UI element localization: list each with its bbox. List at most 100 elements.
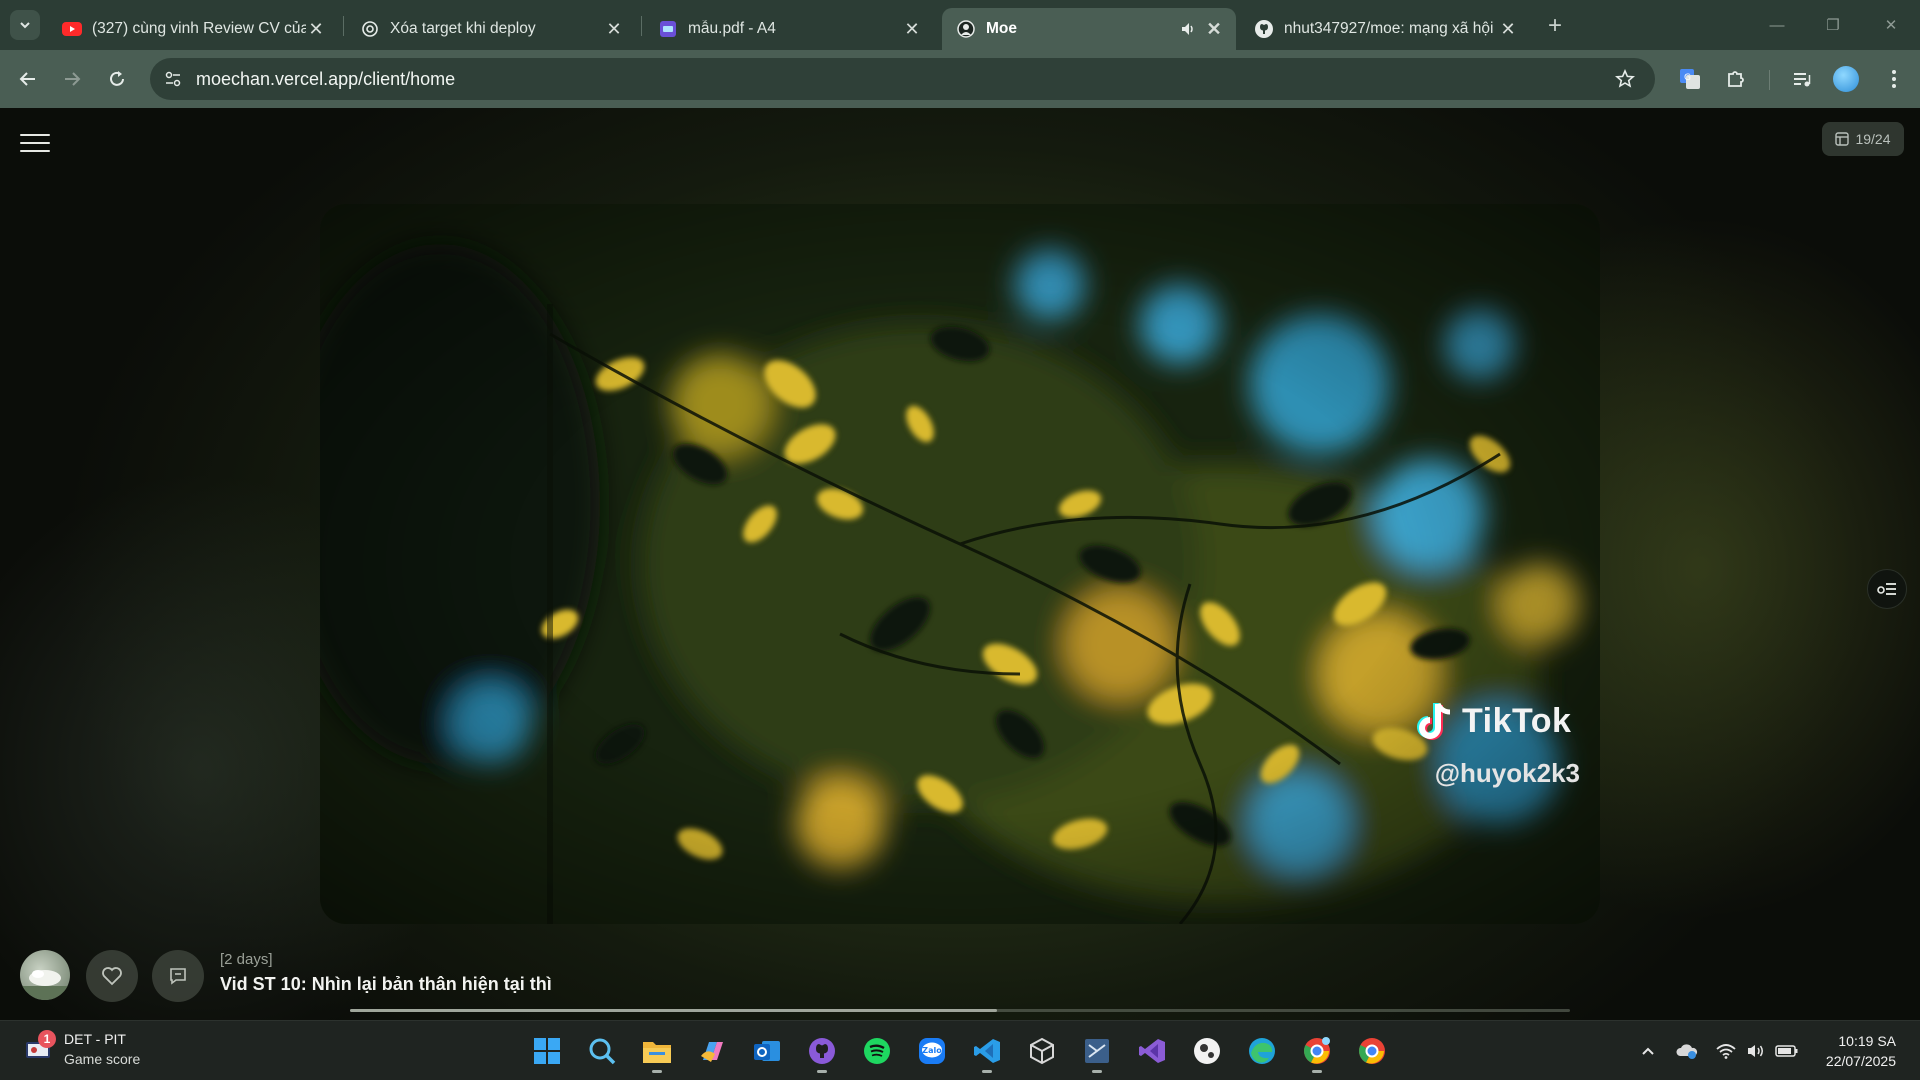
edge-icon[interactable] [1242, 1031, 1282, 1071]
unity-icon[interactable] [1022, 1031, 1062, 1071]
more-menu-icon[interactable] [1878, 63, 1910, 95]
tiktok-watermark: TikTok [1416, 700, 1571, 742]
chrome-icon[interactable] [1297, 1031, 1337, 1073]
tab-moe[interactable]: Moe ✕ [942, 8, 1236, 50]
running-indicator [982, 1070, 992, 1073]
tab-chatgpt[interactable]: Xóa target khi deploy ✕ [346, 8, 636, 50]
hamburger-menu-icon[interactable] [20, 128, 50, 158]
video-frame-foliage [320, 204, 1600, 924]
tab-title: Xóa target khi deploy [390, 20, 536, 37]
video-progress-fill [350, 1009, 997, 1012]
battery-icon[interactable] [1774, 1039, 1800, 1063]
media-controls-icon[interactable] [1786, 63, 1818, 95]
extensions-icon[interactable] [1720, 63, 1752, 95]
postman-icon[interactable] [1187, 1031, 1227, 1071]
tab-title: (327) cùng vinh Review CV của b [92, 20, 306, 37]
copilot-icon[interactable] [692, 1031, 732, 1071]
widget-subtitle: Game score [64, 1051, 141, 1067]
tab-pdf[interactable]: mẫu.pdf - A4 ✕ [644, 8, 934, 50]
onedrive-icon[interactable] [1674, 1039, 1700, 1063]
arrow-left-icon [19, 72, 35, 86]
new-tab-button[interactable]: + [1541, 12, 1569, 40]
moe-home-page: 19/24 TikTok @huyok2k3 [2 days] Vid ST 1… [0, 108, 1920, 1020]
chevron-up-icon[interactable] [1638, 1039, 1658, 1063]
layout-icon [1835, 132, 1850, 146]
list-settings-icon [1877, 583, 1896, 595]
tab-strip: (327) cùng vinh Review CV của b ✕ Xóa ta… [0, 0, 1920, 50]
toolbar-separator [1769, 70, 1770, 90]
visual-studio-icon[interactable] [1132, 1031, 1172, 1071]
post-counter-text: 19/24 [1855, 131, 1891, 147]
clock-date: 22/07/2025 [1825, 1053, 1896, 1069]
bookmark-star-icon[interactable] [1613, 67, 1637, 91]
address-bar[interactable]: moechan.vercel.app/client/home [150, 58, 1655, 100]
widgets-button[interactable]: 1 DET - PIT Game score [24, 1029, 140, 1069]
tab-close-icon[interactable]: ✕ [1204, 19, 1224, 39]
translate-icon[interactable]: G [1674, 63, 1706, 95]
windows-start-icon[interactable] [527, 1031, 567, 1071]
url-text[interactable]: moechan.vercel.app/client/home [196, 69, 455, 90]
playlist-toggle-button[interactable] [1867, 569, 1907, 609]
zalo-icon[interactable]: Zalo [912, 1031, 952, 1071]
sports-widget-icon: 1 [24, 1030, 56, 1064]
running-indicator [652, 1070, 662, 1073]
vscode-icon[interactable] [967, 1031, 1007, 1073]
tiktok-brand-text: TikTok [1462, 701, 1572, 740]
volume-icon[interactable] [1744, 1039, 1768, 1063]
tab-github[interactable]: nhut347927/moe: mạng xã hội ✕ [1240, 8, 1530, 50]
speaker-icon[interactable] [1178, 19, 1198, 39]
reload-icon [110, 71, 124, 86]
tiktok-handle: @huyok2k3 [1434, 758, 1580, 788]
post-counter: 19/24 [1822, 122, 1904, 156]
profile-avatar[interactable] [1833, 66, 1859, 92]
chatgpt-icon [360, 19, 380, 39]
arrow-right-icon [65, 72, 81, 86]
file-explorer-icon[interactable] [637, 1031, 677, 1073]
video-player[interactable]: TikTok @huyok2k3 [320, 204, 1600, 924]
tab-separator [641, 16, 642, 36]
video-progress-bar[interactable] [350, 1009, 1570, 1012]
wifi-icon[interactable] [1714, 1039, 1738, 1063]
chevron-down-icon [20, 22, 30, 29]
site-info-icon[interactable] [160, 66, 186, 92]
minimize-button[interactable]: — [1763, 12, 1791, 38]
tab-close-icon[interactable]: ✕ [306, 19, 326, 39]
restore-button[interactable]: ❐ [1819, 12, 1847, 38]
tiktok-icon [1417, 702, 1451, 740]
back-button[interactable] [13, 64, 43, 94]
tab-close-icon[interactable]: ✕ [604, 19, 624, 39]
tab-search-button[interactable] [10, 10, 40, 40]
search-icon[interactable] [582, 1031, 622, 1071]
tab-close-icon[interactable]: ✕ [1498, 19, 1518, 39]
tab-separator [343, 16, 344, 36]
tab-title: Moe [986, 20, 1017, 37]
youtube-icon [62, 19, 82, 39]
moe-icon [956, 19, 976, 39]
outlook-icon[interactable] [747, 1031, 787, 1071]
chrome-dev-icon[interactable] [1352, 1031, 1392, 1071]
github-icon [1254, 19, 1274, 39]
windows-taskbar: 1 DET - PIT Game score Zalo 10:19 SA 22/… [0, 1020, 1920, 1080]
running-indicator [1092, 1070, 1102, 1073]
sql-server-icon[interactable] [1077, 1031, 1117, 1073]
clock-time: 10:19 SA [1838, 1033, 1896, 1049]
comment-icon [170, 968, 186, 985]
forward-button[interactable] [57, 64, 87, 94]
system-clock[interactable]: 10:19 SA 22/07/2025 [1826, 1031, 1896, 1071]
widget-title: DET - PIT [64, 1031, 126, 1047]
tab-youtube[interactable]: (327) cùng vinh Review CV của b ✕ [48, 8, 338, 50]
like-button[interactable] [86, 950, 138, 1002]
author-avatar[interactable] [20, 950, 70, 1000]
zalo-label: Zalo [922, 1046, 942, 1055]
pdf-app-icon [658, 19, 678, 39]
heart-icon [102, 967, 122, 986]
spotify-icon[interactable] [857, 1031, 897, 1071]
github-desktop-icon[interactable] [802, 1031, 842, 1073]
running-indicator [1312, 1070, 1322, 1073]
post-time: [2 days] [220, 951, 273, 968]
reload-button[interactable] [102, 64, 132, 94]
comment-button[interactable] [152, 950, 204, 1002]
tab-title: nhut347927/moe: mạng xã hội [1284, 20, 1494, 37]
close-window-button[interactable]: ✕ [1877, 12, 1905, 38]
tab-close-icon[interactable]: ✕ [902, 19, 922, 39]
